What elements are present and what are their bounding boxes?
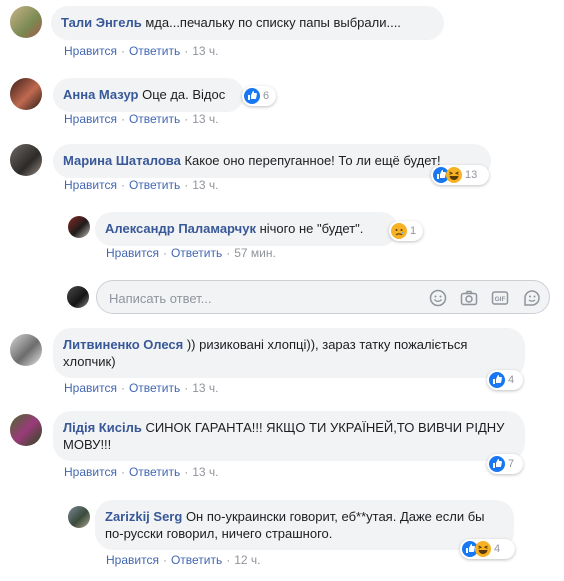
- timestamp[interactable]: 13 ч.: [192, 465, 218, 479]
- comment-author[interactable]: Марина Шаталова: [63, 153, 181, 168]
- reaction-count-text: 4: [494, 543, 501, 555]
- reaction-count-text: 4: [508, 374, 515, 386]
- camera-icon[interactable]: [459, 288, 479, 308]
- comment-actions: Нравится · Ответить · 12 ч.: [106, 553, 261, 567]
- comment-actions: Нравится · Ответить · 13 ч.: [64, 44, 219, 58]
- comment: Марина Шаталова Какое оно перепуганное! …: [0, 138, 564, 198]
- emoji-icon[interactable]: [428, 288, 448, 308]
- comment-author[interactable]: Литвиненко Олеся: [63, 337, 183, 352]
- comment-bubble: Тали Энгель мда...печальку по списку пап…: [51, 6, 444, 40]
- reply-link[interactable]: Ответить: [129, 44, 180, 58]
- comment-actions: Нравится · Ответить · 13 ч.: [64, 112, 219, 126]
- comment-actions: Нравится · Ответить · 13 ч.: [64, 465, 219, 479]
- comment-author[interactable]: Лідія Кисіль: [63, 420, 142, 435]
- reaction-count-text: 7: [508, 458, 515, 470]
- reply-comment: Zarizkij Serg Он по-украински говорит, е…: [0, 496, 564, 578]
- comment-actions: Нравится · Ответить · 13 ч.: [64, 178, 219, 192]
- comment-text: нічого не "будет".: [259, 221, 364, 236]
- sad-reaction-icon: [391, 223, 407, 239]
- comment-author[interactable]: Александр Паламарчук: [105, 221, 256, 236]
- svg-text:GIF: GIF: [495, 296, 506, 303]
- like-link[interactable]: Нравится: [64, 112, 117, 126]
- comment-bubble: Александр Паламарчук нічого не "будет".: [95, 212, 398, 246]
- timestamp[interactable]: 12 ч.: [234, 553, 260, 567]
- like-reaction-icon: [489, 456, 505, 472]
- reaction-count[interactable]: 7: [487, 454, 523, 474]
- comment-actions: Нравится · Ответить · 57 мин.: [106, 246, 276, 260]
- comment-text: Какое оно перепуганное! То ли ещё будет!: [184, 153, 441, 168]
- like-link[interactable]: Нравится: [64, 381, 117, 395]
- avatar[interactable]: [68, 506, 90, 528]
- reaction-count[interactable]: 6: [242, 86, 276, 106]
- reaction-count-text: 6: [263, 90, 270, 102]
- avatar[interactable]: [68, 216, 90, 238]
- avatar[interactable]: [10, 144, 42, 176]
- comment-bubble: Лідія Кисіль СИНОК ГАРАНТА!!! ЯКЩО ТИ УК…: [53, 411, 525, 461]
- timestamp[interactable]: 13 ч.: [192, 178, 218, 192]
- gif-icon[interactable]: GIF: [490, 288, 510, 308]
- current-user-avatar: [67, 286, 89, 308]
- avatar[interactable]: [10, 414, 42, 446]
- reply-link[interactable]: Ответить: [129, 381, 180, 395]
- like-link[interactable]: Нравится: [106, 553, 159, 567]
- comment-actions: Нравится · Ответить · 13 ч.: [64, 381, 219, 395]
- like-link[interactable]: Нравится: [64, 44, 117, 58]
- reaction-count[interactable]: 13: [431, 165, 489, 185]
- like-link[interactable]: Нравится: [106, 246, 159, 260]
- reply-input[interactable]: [107, 288, 411, 308]
- reply-composer[interactable]: GIF: [96, 280, 550, 314]
- avatar[interactable]: [10, 334, 42, 366]
- like-reaction-icon: [489, 372, 505, 388]
- comment-bubble: Zarizkij Serg Он по-украински говорит, е…: [95, 500, 514, 550]
- reply-link[interactable]: Ответить: [129, 112, 180, 126]
- avatar[interactable]: [10, 78, 42, 110]
- reaction-count[interactable]: 4: [460, 539, 515, 559]
- comment-text: мда...печальку по списку папы выбрали...…: [145, 15, 401, 30]
- comment-author[interactable]: Анна Мазур: [63, 87, 138, 102]
- reaction-count-text: 13: [465, 169, 478, 181]
- sticker-icon[interactable]: [522, 288, 542, 308]
- like-link[interactable]: Нравится: [64, 465, 117, 479]
- comment-bubble: Анна Мазур Оце да. Відос: [53, 78, 244, 112]
- haha-reaction-icon: [475, 541, 491, 557]
- comment: Анна Мазур Оце да. Відос 6 Нравится · Отве…: [0, 72, 564, 132]
- reaction-count[interactable]: 1: [389, 221, 423, 241]
- like-link[interactable]: Нравится: [64, 178, 117, 192]
- comment: Лідія Кисіль СИНОК ГАРАНТА!!! ЯКЩО ТИ УК…: [0, 410, 564, 484]
- reaction-count-text: 1: [410, 225, 417, 237]
- haha-reaction-icon: [446, 167, 462, 183]
- avatar[interactable]: [10, 6, 42, 38]
- reaction-count[interactable]: 4: [487, 370, 523, 390]
- timestamp[interactable]: 13 ч.: [192, 381, 218, 395]
- reply-link[interactable]: Ответить: [129, 178, 180, 192]
- reply-link[interactable]: Ответить: [171, 553, 222, 567]
- timestamp[interactable]: 13 ч.: [192, 44, 218, 58]
- like-reaction-icon: [244, 88, 260, 104]
- comment: Литвиненко Олеся )) ризиковані хлопці)),…: [0, 326, 564, 398]
- reply-comment: Александр Паламарчук нічого не "будет". …: [0, 206, 564, 266]
- comment-author[interactable]: Zarizkij Serg: [105, 509, 182, 524]
- reply-link[interactable]: Ответить: [171, 246, 222, 260]
- comment-text: Оце да. Відос: [142, 87, 226, 102]
- comment-bubble: Литвиненко Олеся )) ризиковані хлопці)),…: [53, 328, 525, 378]
- reply-link[interactable]: Ответить: [129, 465, 180, 479]
- timestamp[interactable]: 13 ч.: [192, 112, 218, 126]
- comment-bubble: Марина Шаталова Какое оно перепуганное! …: [53, 144, 491, 178]
- comment-author[interactable]: Тали Энгель: [61, 15, 142, 30]
- timestamp[interactable]: 57 мин.: [234, 246, 276, 260]
- comment: Тали Энгель мда...печальку по списку пап…: [0, 0, 564, 62]
